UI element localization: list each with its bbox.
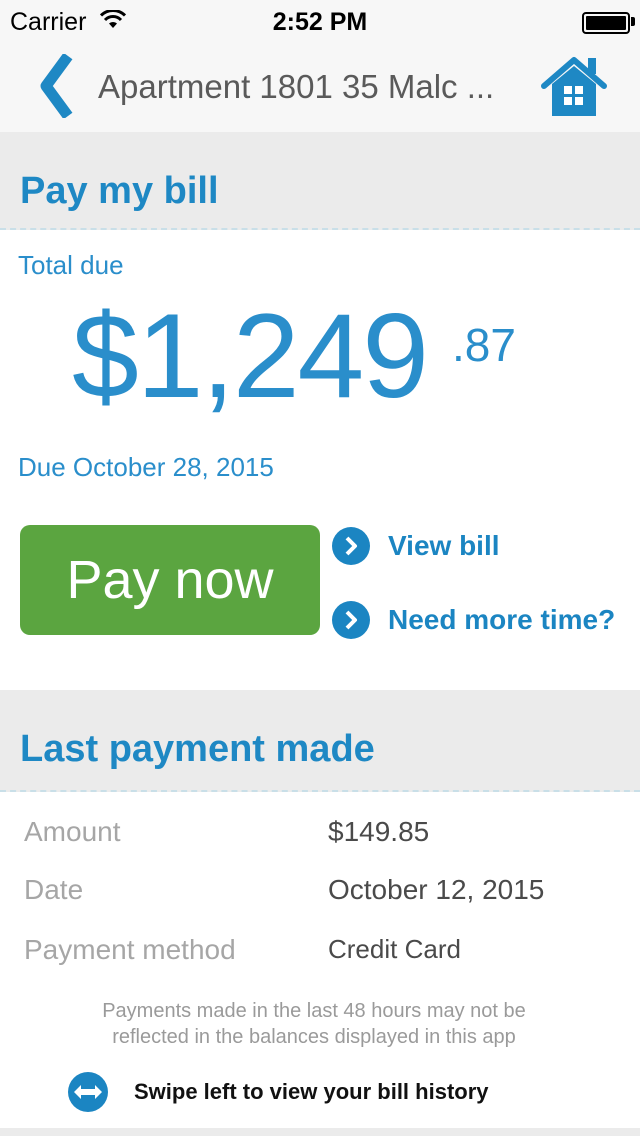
total-due-cents: .87: [452, 319, 516, 371]
total-due-amount: $1,249: [72, 289, 429, 423]
last-payment-header: Last payment made: [0, 690, 640, 792]
swipe-hint-label: Swipe left to view your bill history: [134, 1079, 489, 1104]
status-time: 2:52 PM: [272, 8, 368, 36]
bottom-band: [0, 1128, 640, 1136]
need-more-time-link[interactable]: Need more time?: [332, 600, 615, 640]
payments-note-line-1: Payments made in the last 48 hours may n…: [102, 1000, 526, 1022]
back-button[interactable]: [38, 52, 84, 120]
total-due-label: Total due: [18, 250, 124, 280]
view-bill-label: View bill: [388, 530, 500, 561]
pay-section-title: Pay my bill: [20, 170, 219, 212]
battery-icon: [582, 12, 630, 34]
payment-method-label: Payment method: [24, 934, 236, 965]
date-label: Date: [24, 874, 84, 905]
due-date: Due October 28, 2015: [18, 452, 274, 482]
swipe-hint: Swipe left to view your bill history: [68, 1072, 489, 1112]
amount-value: $149.85: [328, 816, 430, 847]
pay-now-button[interactable]: Pay now: [20, 525, 320, 635]
last-payment-title: Last payment made: [20, 728, 375, 770]
swipe-arrows-icon: [68, 1072, 108, 1112]
status-bar: Carrier 2:52 PM: [0, 0, 640, 40]
home-button[interactable]: [540, 54, 608, 118]
chevron-left-icon: [40, 52, 73, 120]
nav-bar: Apartment 1801 35 Malc ...: [0, 40, 640, 132]
chevron-right-icon: [332, 527, 370, 565]
need-more-time-label: Need more time?: [388, 604, 616, 635]
payments-note-line-2: reflected in the balances displayed in t…: [112, 1026, 516, 1048]
battery-tip: [631, 17, 635, 26]
date-value: October 12, 2015: [328, 874, 545, 905]
view-bill-link[interactable]: View bill: [332, 526, 500, 566]
nav-title: Apartment 1801 35 Malc ...: [98, 68, 495, 105]
pay-section-header: Pay my bill: [0, 132, 640, 230]
chevron-right-icon: [332, 601, 370, 639]
amount-label: Amount: [24, 816, 121, 847]
payment-method-value: Credit Card: [328, 934, 461, 964]
home-icon: [541, 57, 607, 116]
payments-note: Payments made in the last 48 hours may n…: [0, 998, 628, 1050]
